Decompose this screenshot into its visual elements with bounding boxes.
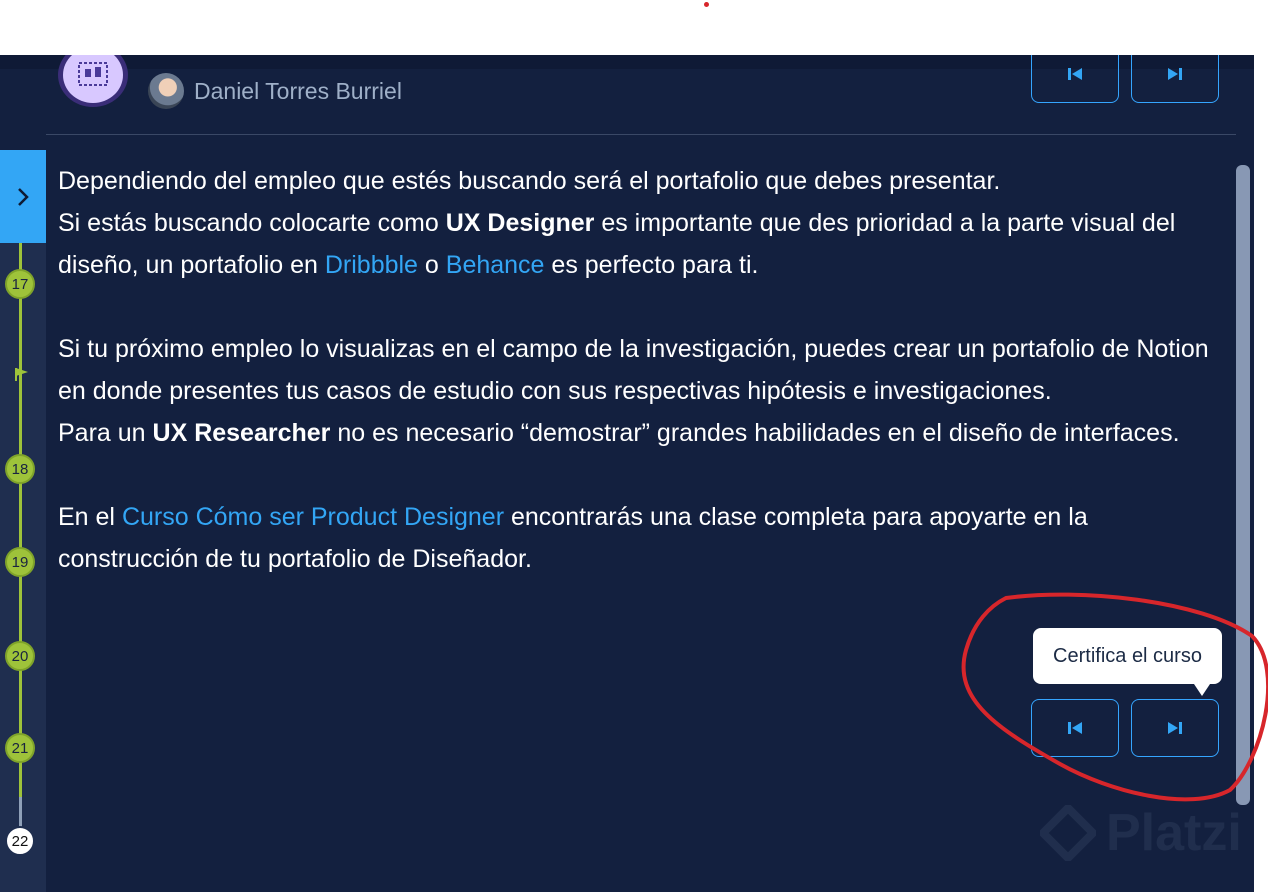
class-content: Dependiendo del empleo que estés buscand…	[58, 160, 1228, 580]
annotation-dot	[704, 2, 709, 7]
timeline-progress	[19, 243, 22, 797]
timeline-node[interactable]: 19	[5, 547, 35, 577]
next-class-button[interactable]	[1131, 55, 1219, 103]
paragraph: Para un UX Researcher no es necesario “d…	[58, 419, 1180, 447]
paragraph: Si tu próximo empleo lo visualizas en el…	[58, 335, 1209, 405]
behance-link[interactable]: Behance	[446, 251, 545, 279]
paragraph: Dependiendo del empleo que estés buscand…	[58, 167, 1001, 195]
watermark-text: Platzi	[1106, 804, 1242, 862]
sidebar-toggle-button[interactable]	[0, 150, 46, 243]
skip-next-icon	[1168, 68, 1182, 80]
timeline-node[interactable]: 20	[5, 641, 35, 671]
header-navigation	[1031, 55, 1219, 103]
paragraph: En el Curso Cómo ser Product Designer en…	[58, 503, 1088, 573]
skip-previous-icon	[1068, 68, 1082, 80]
skip-previous-icon	[1068, 722, 1082, 734]
platzi-logo-icon	[1040, 805, 1096, 861]
previous-class-button[interactable]	[1031, 55, 1119, 103]
course-link[interactable]: Curso Cómo ser Product Designer	[122, 503, 504, 531]
certify-tooltip: Certifica el curso	[1033, 628, 1222, 696]
paragraph: Si estás buscando colocarte como UX Desi…	[58, 209, 1176, 279]
timeline-node[interactable]: 18	[5, 454, 35, 484]
next-class-button[interactable]	[1131, 699, 1219, 757]
teacher-name: Daniel Torres Burriel	[194, 77, 402, 104]
previous-class-button[interactable]	[1031, 699, 1119, 757]
footer-navigation	[1031, 699, 1219, 757]
timeline-node[interactable]: 21	[5, 733, 35, 763]
timeline-node-current[interactable]: 22	[5, 826, 35, 856]
class-viewer: Daniel Torres Burriel 17 18 19 20 21 22 …	[0, 55, 1254, 892]
scrollbar-thumb[interactable]	[1236, 165, 1250, 805]
teacher-avatar	[148, 73, 184, 109]
teacher-info: Daniel Torres Burriel	[148, 73, 402, 109]
flag-icon[interactable]	[14, 367, 30, 381]
course-badge-icon	[78, 62, 108, 86]
course-badge[interactable]	[58, 55, 128, 107]
divider	[46, 134, 1236, 135]
timeline-rail	[0, 150, 46, 892]
platzi-watermark: Platzi	[1040, 803, 1242, 863]
timeline-node[interactable]: 17	[5, 269, 35, 299]
scrollbar[interactable]	[1236, 165, 1254, 805]
dribbble-link[interactable]: Dribbble	[325, 251, 418, 279]
chevron-right-icon	[18, 187, 29, 206]
skip-next-icon	[1168, 722, 1182, 734]
